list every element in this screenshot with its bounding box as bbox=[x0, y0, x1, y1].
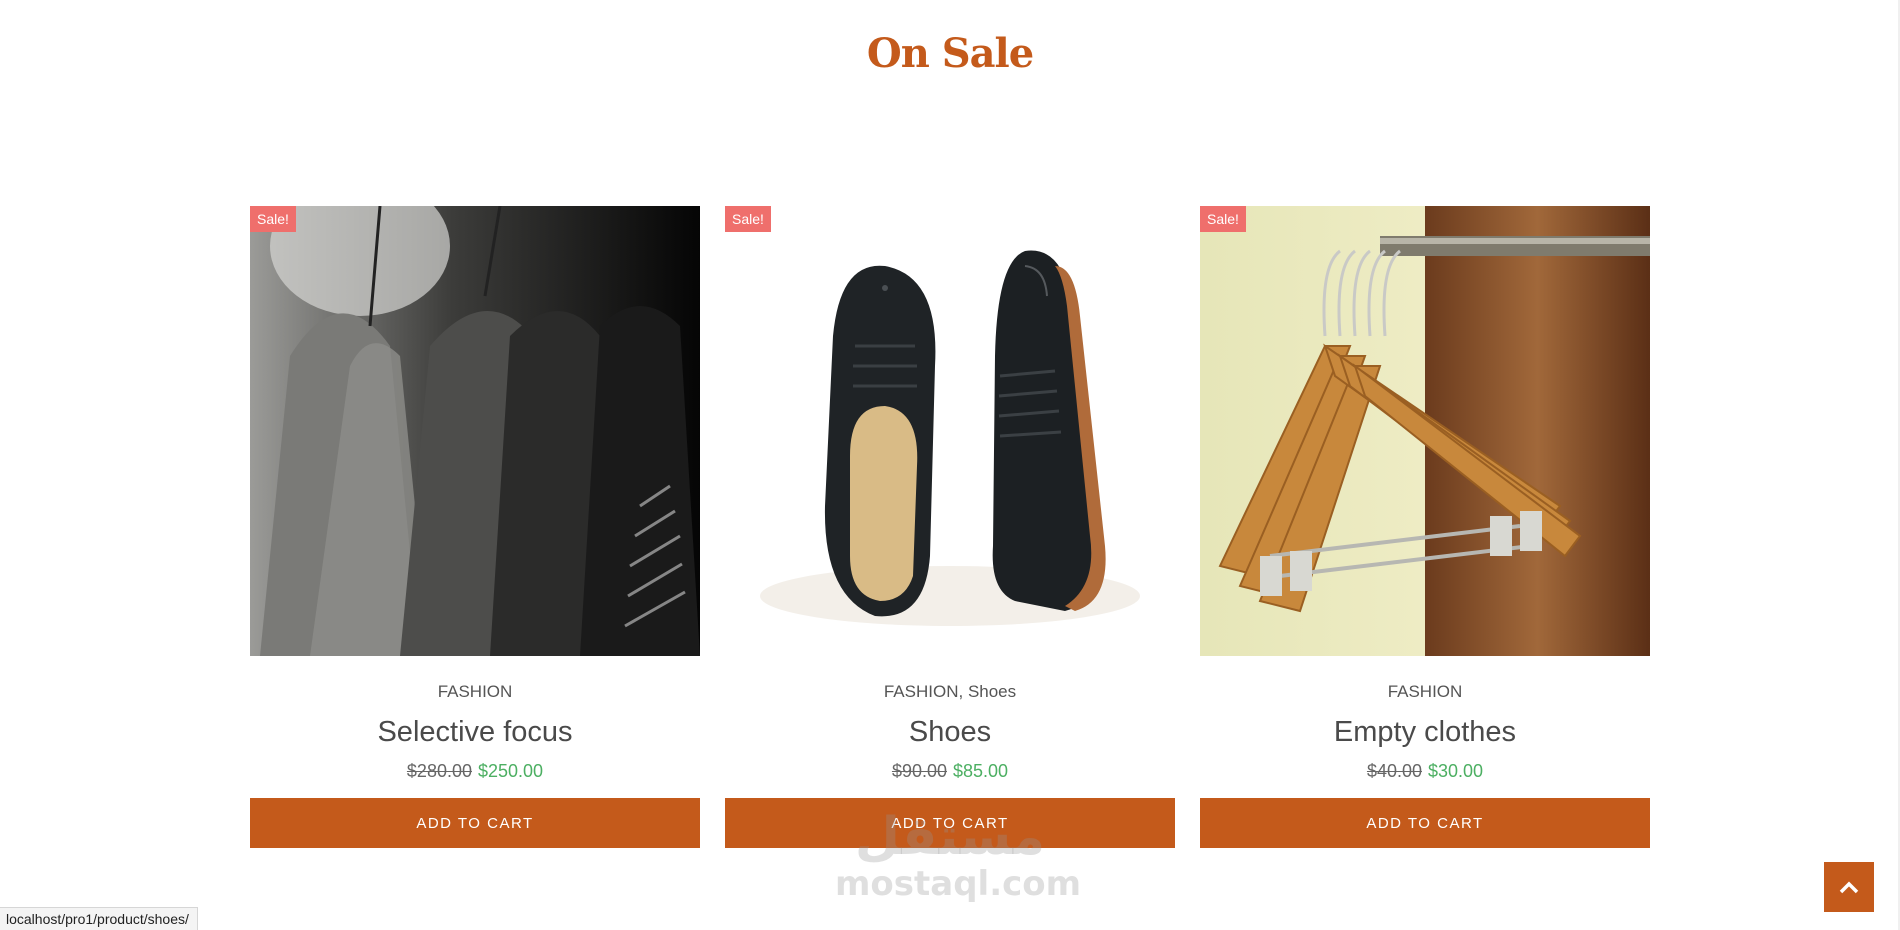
sale-badge: Sale! bbox=[250, 206, 296, 232]
add-to-cart-button[interactable]: ADD TO CART bbox=[1200, 798, 1650, 848]
product-title[interactable]: Selective focus bbox=[377, 716, 572, 749]
sale-badge: Sale! bbox=[1200, 206, 1246, 232]
sale-badge: Sale! bbox=[725, 206, 771, 232]
product-categories: FASHION bbox=[438, 682, 513, 702]
product-grid: Sale! FASHION Selective focus $280.00 $2… bbox=[250, 206, 1650, 848]
product-price: $280.00 $250.00 bbox=[407, 761, 543, 782]
category-link[interactable]: FASHION bbox=[884, 682, 959, 701]
product-price: $40.00 $30.00 bbox=[1367, 761, 1483, 782]
product-card: Sale! bbox=[250, 206, 700, 848]
product-categories: FASHION, Shoes bbox=[884, 682, 1016, 702]
product-categories: FASHION bbox=[1388, 682, 1463, 702]
price-old: $280.00 bbox=[406, 761, 472, 781]
product-image-empty-clothes[interactable]: Sale! bbox=[1200, 206, 1650, 656]
product-card: Sale! bbox=[1200, 206, 1650, 848]
product-price: $90.00 $85.00 bbox=[892, 761, 1008, 782]
page: On Sale Sale! FASHION Selective focus $2… bbox=[0, 0, 1900, 930]
chevron-up-icon bbox=[1839, 881, 1859, 894]
price-old: $40.00 bbox=[1366, 761, 1422, 781]
price-new: $30.00 bbox=[1428, 761, 1484, 781]
back-to-top-button[interactable] bbox=[1824, 862, 1874, 912]
price-new: $250.00 bbox=[478, 761, 544, 781]
product-card: Sale! FASHION, Shoes Shoes $90.00 $85.00… bbox=[725, 206, 1175, 848]
shoes-image bbox=[725, 206, 1175, 656]
category-link[interactable]: FASHION bbox=[438, 682, 513, 701]
product-title[interactable]: Empty clothes bbox=[1334, 716, 1516, 749]
price-new: $85.00 bbox=[953, 761, 1009, 781]
clothes-on-rack-image bbox=[250, 206, 700, 656]
add-to-cart-button[interactable]: ADD TO CART bbox=[725, 798, 1175, 848]
category-separator: , bbox=[958, 682, 964, 701]
wooden-hangers-image bbox=[1200, 206, 1650, 656]
product-title[interactable]: Shoes bbox=[909, 716, 991, 749]
product-image-selective-focus[interactable]: Sale! bbox=[250, 206, 700, 656]
product-image-shoes[interactable]: Sale! bbox=[725, 206, 1175, 656]
section-title: On Sale bbox=[866, 30, 1034, 77]
category-link[interactable]: Shoes bbox=[968, 682, 1016, 701]
price-old: $90.00 bbox=[891, 761, 947, 781]
add-to-cart-button[interactable]: ADD TO CART bbox=[250, 798, 700, 848]
watermark-latin: mostaql.com bbox=[835, 864, 1082, 904]
category-link[interactable]: FASHION bbox=[1388, 682, 1463, 701]
status-bar-url: localhost/pro1/product/shoes/ bbox=[0, 907, 198, 930]
